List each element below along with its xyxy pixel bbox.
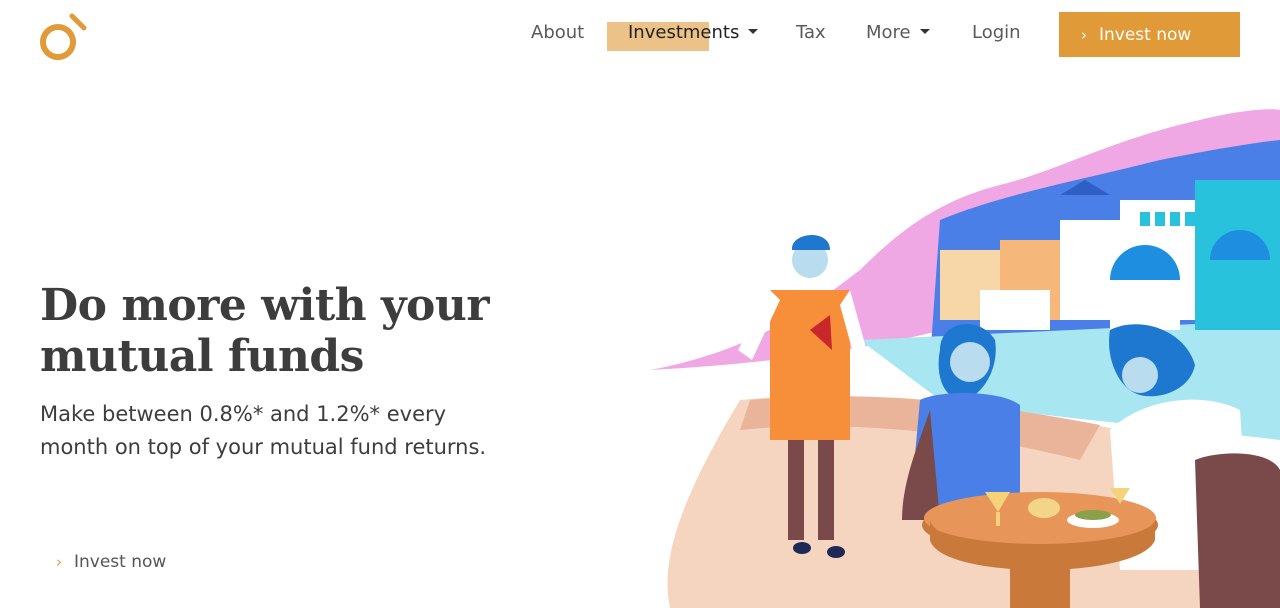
hero-title-line1: Do more with your (40, 280, 490, 331)
chevron-right-icon: › (56, 553, 62, 571)
caret-down-icon (919, 29, 930, 34)
nav-login[interactable]: Login (972, 22, 1021, 43)
nav-about[interactable]: About (531, 22, 584, 43)
hero-invest-now-label: Invest now (74, 552, 167, 572)
nav-investments[interactable]: Investments (628, 22, 759, 43)
nav-tax[interactable]: Tax (796, 22, 826, 43)
invest-now-button[interactable]: › Invest now (1059, 12, 1240, 57)
hero-title: Do more with your mutual funds (40, 280, 560, 382)
hero-invest-now-link[interactable]: › Invest now (56, 552, 166, 572)
hero-illustration (650, 109, 1280, 608)
invest-now-label: Invest now (1099, 24, 1192, 45)
nav-investments-label: Investments (628, 22, 740, 43)
chevron-right-icon: › (1081, 25, 1087, 44)
nav-more[interactable]: More (866, 22, 930, 43)
nav-more-label: More (866, 22, 911, 43)
caret-down-icon (748, 29, 759, 34)
hero-title-line2: mutual funds (40, 331, 364, 382)
hero-subtitle: Make between 0.8%* and 1.2%* every month… (40, 402, 487, 459)
